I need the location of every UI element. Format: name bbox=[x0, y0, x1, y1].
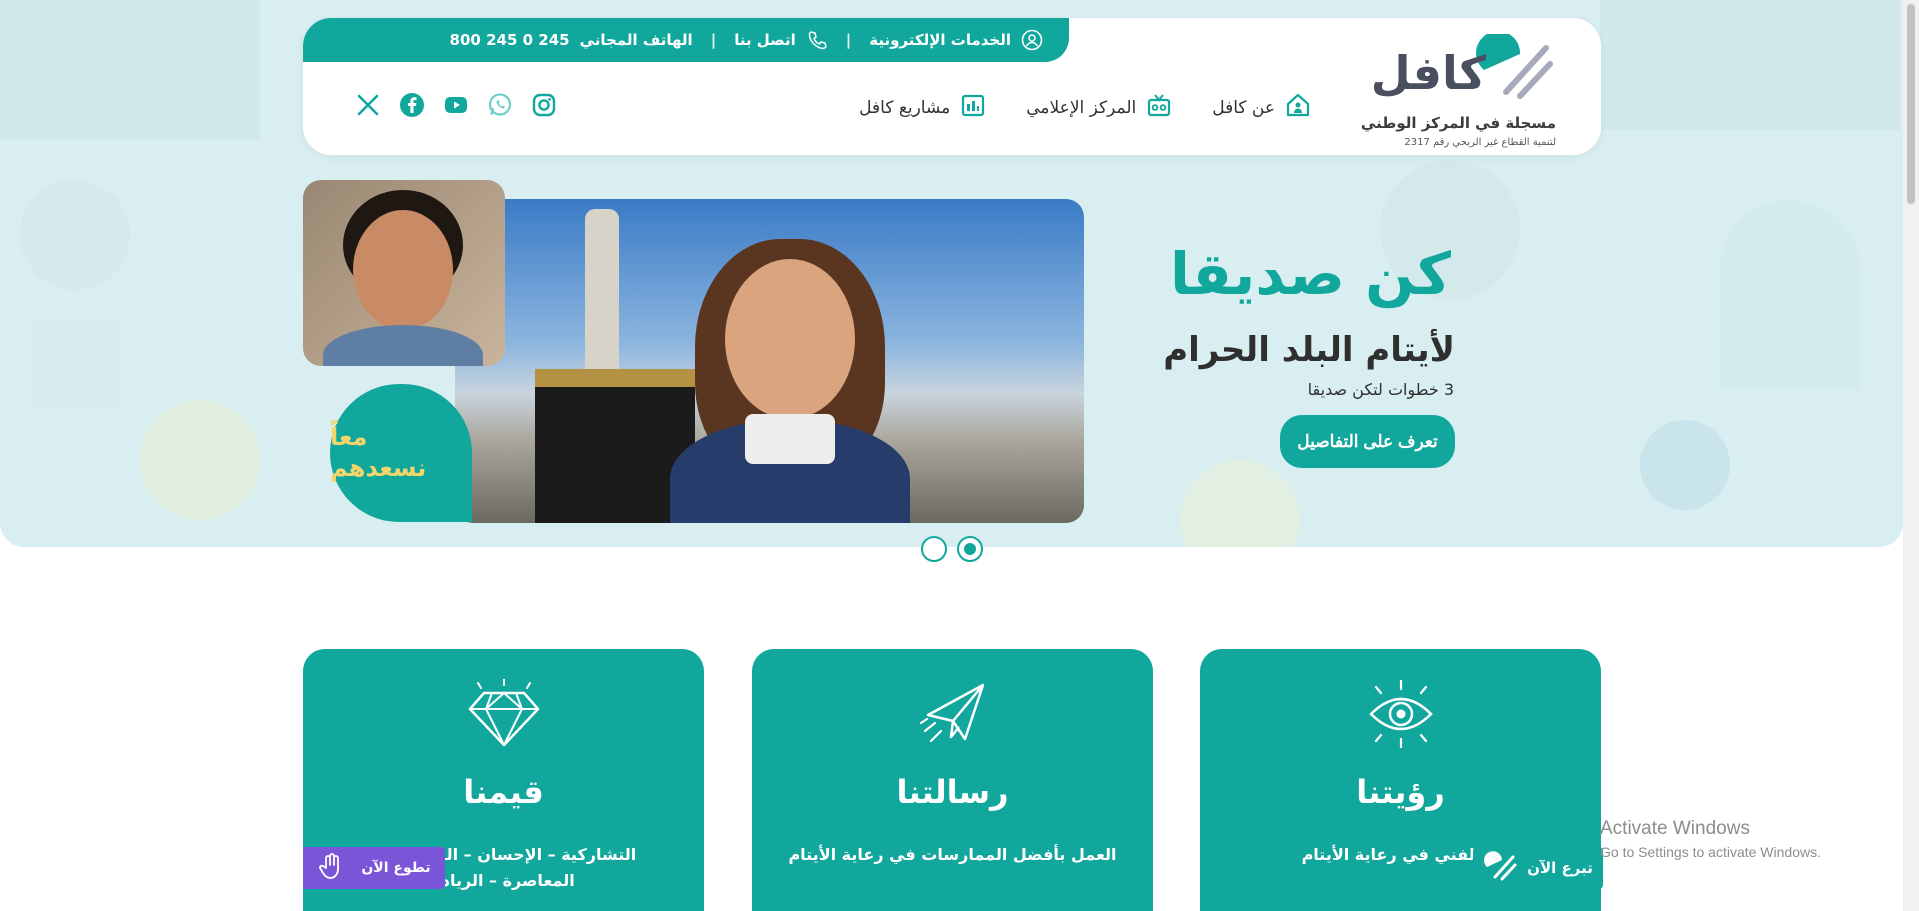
nav-item-label: المركز الإعلامي bbox=[1026, 97, 1137, 118]
photo-boy-face bbox=[353, 210, 453, 330]
decor-shape bbox=[30, 320, 120, 410]
windows-activation-watermark: Activate Windows Go to Settings to activ… bbox=[1600, 818, 1821, 860]
hero-steps-text: 3 خطوات لتكن صديقا bbox=[1307, 380, 1454, 399]
card-title: رسالتنا bbox=[896, 773, 1009, 811]
photo-girl-face bbox=[725, 259, 855, 419]
kafel-logo[interactable]: كافل مسجلة في المركز الوطني لتنمية القطا… bbox=[1361, 34, 1556, 148]
mission-card: رسالتنا العمل بأفضل الممارسات في رعاية ا… bbox=[752, 649, 1153, 911]
decor-shape bbox=[0, 0, 260, 140]
logo-mark-icon bbox=[1476, 34, 1553, 99]
youtube-icon[interactable] bbox=[443, 92, 469, 118]
home-icon bbox=[1285, 92, 1311, 123]
learn-details-button[interactable]: تعرف على التفاصيل bbox=[1280, 415, 1455, 468]
logo-registration-line1: مسجلة في المركز الوطني bbox=[1360, 114, 1556, 132]
logo-registration-line2: لتنمية القطاع غير الربحي رقم 2317 bbox=[1404, 137, 1556, 148]
decor-shape bbox=[1640, 420, 1730, 510]
scrollbar-thumb[interactable] bbox=[1907, 4, 1915, 204]
diamond-icon bbox=[468, 679, 539, 747]
nav-item-projects[interactable]: مشاريع كافل bbox=[859, 92, 986, 123]
hotline-number: 800 245 0 245 bbox=[449, 31, 570, 49]
slider-dots bbox=[921, 536, 983, 562]
nav-item-about[interactable]: عن كافل bbox=[1212, 92, 1311, 123]
projects-icon bbox=[960, 92, 986, 123]
nav-item-label: عن كافل bbox=[1212, 97, 1275, 118]
decor-shape bbox=[1180, 460, 1300, 547]
activate-windows-hint: Go to Settings to activate Windows. bbox=[1600, 844, 1821, 860]
decor-shape bbox=[1600, 0, 1900, 130]
card-text: العمل بأفضل الممارسات في رعاية الأيتام bbox=[788, 845, 1117, 864]
hero-subtitle: لأيتام البلد الحرام bbox=[1163, 330, 1455, 370]
hotline[interactable]: الهاتف المجاني 800 245 0 245 bbox=[450, 31, 693, 49]
eservices-label: الخدمات الإلكترونية bbox=[869, 31, 1011, 49]
nav-item-media-center[interactable]: المركز الإعلامي bbox=[1026, 92, 1172, 123]
facebook-icon[interactable] bbox=[399, 92, 425, 118]
topbar-separator: | bbox=[710, 31, 717, 49]
top-bar: الخدمات الإلكترونية | اتصل بنا | الهاتف … bbox=[303, 18, 1069, 62]
eye-icon bbox=[1368, 679, 1433, 749]
paper-plane-icon bbox=[919, 683, 984, 743]
decor-shape bbox=[140, 400, 260, 520]
hero-photo-boy bbox=[303, 180, 505, 366]
topbar-separator: | bbox=[845, 31, 852, 49]
instagram-icon[interactable] bbox=[531, 92, 557, 118]
contact-link[interactable]: اتصل بنا bbox=[734, 29, 828, 51]
donate-now-button[interactable]: تبرع الآن bbox=[1473, 847, 1603, 889]
eservices-link[interactable]: الخدمات الإلكترونية bbox=[869, 29, 1043, 51]
x-icon[interactable] bbox=[355, 92, 381, 118]
volunteer-label: تطوع الآن bbox=[361, 860, 431, 876]
photo-minaret bbox=[585, 209, 619, 379]
hotline-label: الهاتف المجاني bbox=[579, 31, 693, 49]
user-circle-icon bbox=[1021, 29, 1043, 51]
contact-label: اتصل بنا bbox=[734, 31, 796, 49]
logo-wordmark: كافل bbox=[1370, 46, 1486, 100]
donate-label: تبرع الآن bbox=[1527, 859, 1593, 877]
photo-boy-shirt bbox=[323, 325, 483, 366]
phone-icon bbox=[806, 29, 828, 51]
card-title: قيمنا bbox=[463, 773, 544, 811]
badge-line2: نسعدهم bbox=[330, 454, 427, 482]
page-scrollbar[interactable] bbox=[1903, 0, 1919, 911]
hero-title: كن صديقا bbox=[1170, 240, 1451, 308]
activate-windows-title: Activate Windows bbox=[1600, 818, 1750, 839]
site-header: الخدمات الإلكترونية | اتصل بنا | الهاتف … bbox=[303, 18, 1601, 155]
together-badge: معاً نسعدهم bbox=[330, 384, 472, 522]
whatsapp-icon[interactable] bbox=[487, 92, 513, 118]
nav-item-label: مشاريع كافل bbox=[859, 97, 951, 118]
social-links bbox=[355, 92, 557, 118]
tv-icon bbox=[1146, 92, 1172, 123]
slider-dot-1[interactable] bbox=[921, 536, 947, 562]
decor-shape bbox=[20, 180, 130, 290]
hero-photo-girl-makkah bbox=[455, 199, 1084, 523]
card-title: رؤيتنا bbox=[1356, 773, 1445, 811]
photo-girl-collar bbox=[745, 414, 835, 464]
slider-dot-2[interactable] bbox=[957, 536, 983, 562]
decor-shape bbox=[1720, 200, 1860, 390]
hand-icon bbox=[317, 851, 347, 885]
main-navigation: عن كافل المركز الإعلامي مشاريع كافل bbox=[859, 92, 1311, 123]
badge-line1: معاً bbox=[330, 422, 368, 451]
volunteer-now-button[interactable]: تطوع الآن bbox=[303, 847, 445, 889]
logo-mark-icon bbox=[1483, 851, 1517, 885]
